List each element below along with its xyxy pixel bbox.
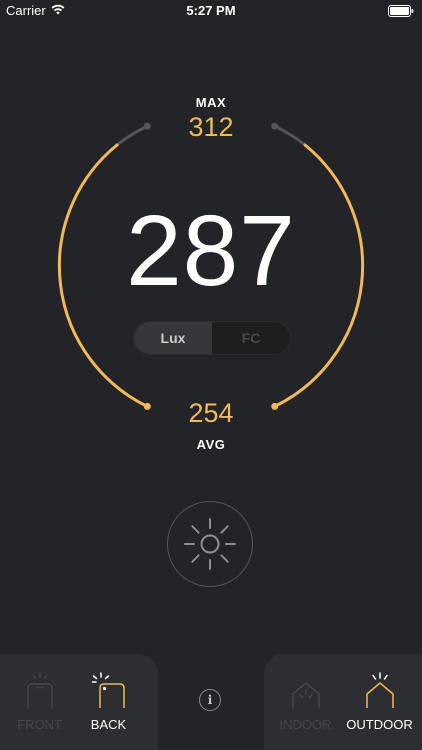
- back-sensor-button[interactable]: BACK: [69, 654, 148, 750]
- info-button[interactable]: i: [199, 689, 221, 711]
- max-value: 312: [188, 112, 234, 142]
- indoor-label: INDOOR: [279, 717, 332, 732]
- environment-selector: INDOOR OUTDOOR: [264, 654, 422, 750]
- max-label: MAX: [195, 95, 227, 110]
- unit-toggle[interactable]: Lux FC: [133, 321, 291, 355]
- indoor-button[interactable]: INDOOR: [266, 654, 345, 750]
- unit-fc-option[interactable]: FC: [212, 322, 290, 354]
- house-outdoor-icon: [365, 672, 394, 708]
- sun-icon: [184, 518, 236, 570]
- avg-label: AVG: [196, 437, 226, 452]
- phone-back-icon: [91, 672, 125, 708]
- front-sensor-label: FRONT: [17, 717, 62, 732]
- measure-button[interactable]: [167, 501, 253, 587]
- back-sensor-label: BACK: [90, 717, 127, 732]
- house-indoor-icon: [291, 682, 320, 709]
- front-sensor-button[interactable]: FRONT: [0, 654, 79, 750]
- info-icon: i: [207, 693, 213, 707]
- current-reading: 287: [126, 195, 296, 307]
- avg-value: 254: [188, 398, 234, 428]
- unit-lux-option[interactable]: Lux: [134, 322, 212, 354]
- bottom-toolbar: FRONT BACK i INDOOR OUTDOOR: [0, 654, 422, 750]
- outdoor-button[interactable]: OUTDOOR: [340, 654, 419, 750]
- phone-front-icon: [26, 672, 53, 709]
- sensor-selector: FRONT BACK: [0, 654, 158, 750]
- outdoor-label: OUTDOOR: [346, 717, 413, 732]
